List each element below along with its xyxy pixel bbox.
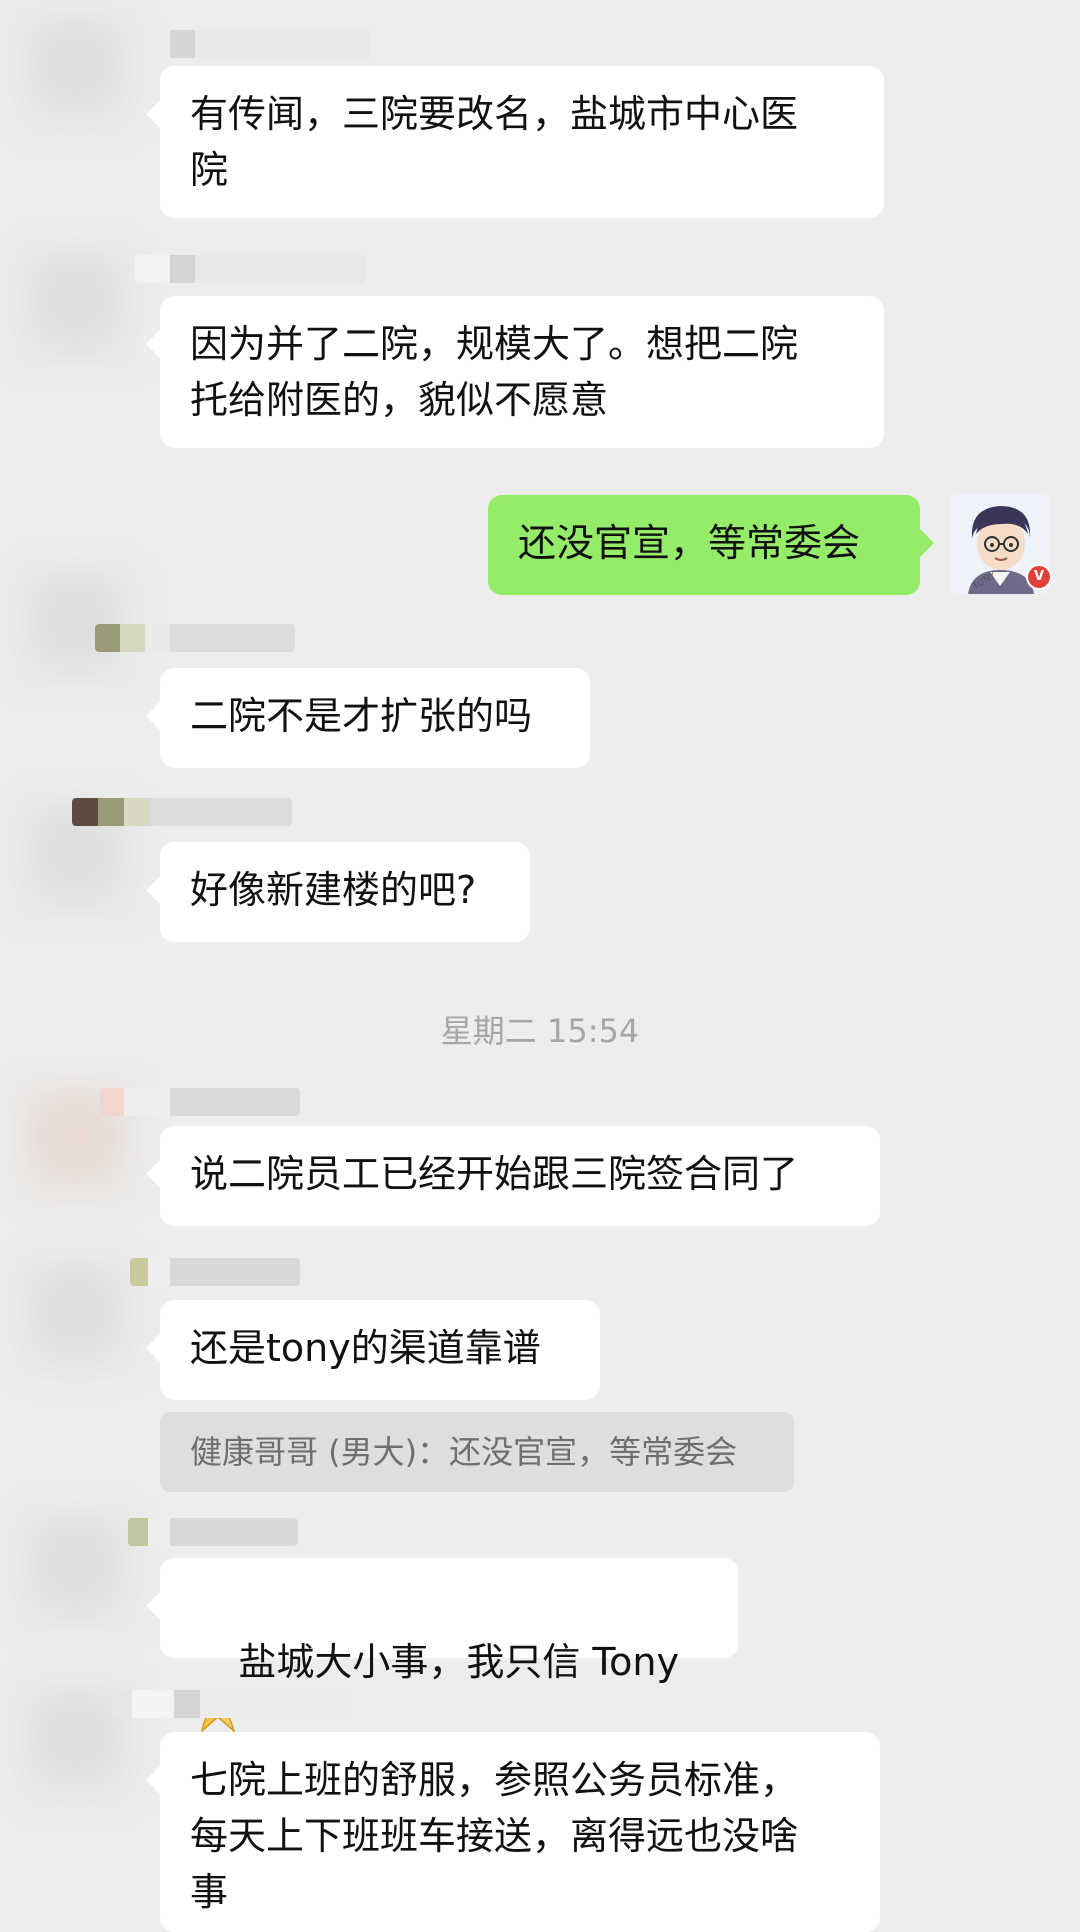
sender-avatar-blurred[interactable] <box>16 1510 136 1630</box>
my-avatar[interactable]: TONY V <box>950 494 1052 594</box>
chat-message-list[interactable]: 有传闻，三院要改名，盐城市中心医 院 因为并了二院，规模大了。想把二院 托给附医… <box>0 0 1080 1932</box>
message-bubble[interactable]: 因为并了二院，规模大了。想把二院 托给附医的，貌似不愿意 <box>146 296 884 448</box>
message-bubble[interactable]: 说二院员工已经开始跟三院签合同了 <box>146 1126 880 1226</box>
sender-name-blurred <box>112 1690 352 1718</box>
message-bubble[interactable]: 七院上班的舒服，参照公务员标准， 每天上下班班车接送，离得远也没啥 事 <box>146 1732 880 1932</box>
sender-avatar-blurred[interactable] <box>16 10 136 130</box>
sender-name-blurred <box>95 624 295 652</box>
sender-name-blurred <box>135 255 365 283</box>
sender-avatar-blurred[interactable] <box>16 1256 136 1376</box>
quoted-reply[interactable]: 健康哥哥 (男大)：还没官宣，等常委会 <box>160 1412 794 1492</box>
message-bubble[interactable]: 二院不是才扩张的吗 <box>146 668 590 768</box>
message-bubble[interactable]: 好像新建楼的吧? <box>146 842 530 942</box>
my-message-bubble[interactable]: 还没官宣，等常委会 <box>488 495 934 595</box>
message-bubble[interactable]: 盐城大小事，我只信 Tony <box>146 1558 738 1737</box>
verified-badge-icon: V <box>1026 564 1052 590</box>
sender-name-blurred <box>130 1258 300 1286</box>
message-text: 盐城大小事，我只信 Tony <box>238 1640 679 1684</box>
sender-name-blurred <box>150 30 370 58</box>
chat-timestamp: 星期二 15:54 <box>440 1012 640 1050</box>
message-bubble[interactable]: 有传闻，三院要改名，盐城市中心医 院 <box>146 66 884 218</box>
sender-name-blurred <box>100 1088 300 1116</box>
sender-name-blurred <box>72 798 292 826</box>
sender-avatar-blurred[interactable] <box>16 246 136 366</box>
sender-name-blurred <box>128 1518 298 1546</box>
message-bubble[interactable]: 还是tony的渠道靠谱 <box>146 1300 600 1400</box>
